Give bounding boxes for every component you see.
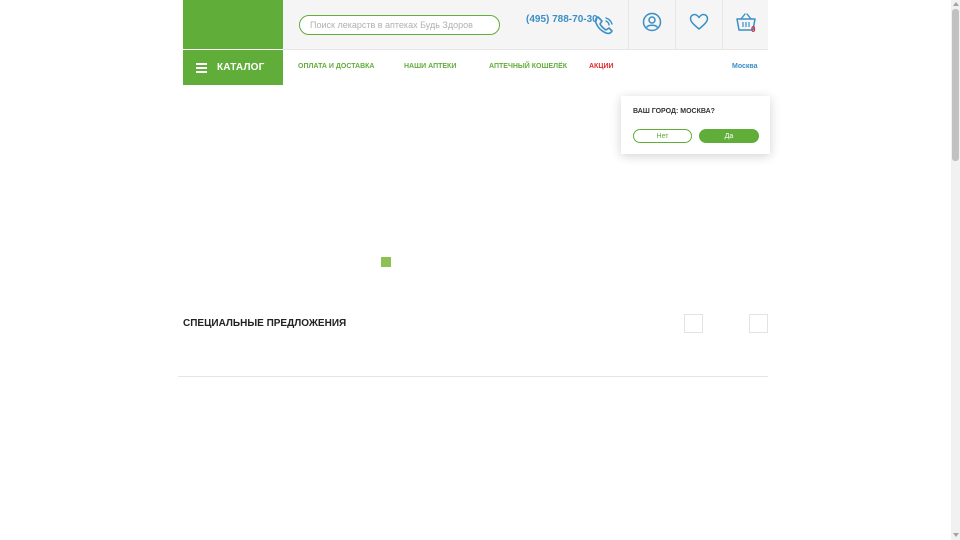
- favorites-button[interactable]: [675, 0, 722, 49]
- section-title: СПЕЦИАЛЬНЫЕ ПРЕДЛОЖЕНИЯ: [183, 318, 347, 329]
- city-selector[interactable]: Москва: [732, 63, 758, 70]
- next-arrow-button[interactable]: [749, 314, 768, 333]
- city-question: ВАШ ГОРОД: МОСКВА?: [633, 108, 715, 115]
- catalog-label: КАТАЛОГ: [217, 62, 265, 73]
- catalog-button[interactable]: КАТАЛОГ: [183, 50, 283, 85]
- logo[interactable]: [183, 0, 283, 49]
- nav-link-our-pharmacies[interactable]: НАШИ АПТЕКИ: [404, 63, 456, 70]
- account-icon: [642, 12, 662, 37]
- scroll-up-icon[interactable]: [953, 2, 959, 6]
- cart-count-badge: 0: [751, 25, 756, 34]
- nav-link-pharmacy-wallet[interactable]: АПТЕЧНЫЙ КОШЕЛЁК: [489, 63, 567, 70]
- section-divider: [178, 376, 768, 377]
- scroll-down-icon[interactable]: [953, 533, 959, 537]
- no-button[interactable]: Нет: [633, 129, 692, 143]
- menu-icon: [196, 62, 207, 73]
- scrollbar-thumb[interactable]: [952, 9, 959, 161]
- header-divider: [283, 49, 768, 50]
- phone-icon[interactable]: [593, 14, 615, 36]
- account-button[interactable]: [628, 0, 675, 49]
- prev-arrow-button[interactable]: [684, 314, 703, 333]
- nav-link-payment-delivery[interactable]: ОПЛАТА И ДОСТАВКА: [298, 63, 375, 70]
- city-confirm-popup: ВАШ ГОРОД: МОСКВА? Нет Да: [621, 96, 770, 154]
- nav-link-promotions[interactable]: АКЦИИ: [589, 63, 614, 70]
- search-input[interactable]: [299, 15, 500, 35]
- cart-button[interactable]: [722, 0, 769, 49]
- yes-button[interactable]: Да: [699, 129, 759, 143]
- slider-dot-active[interactable]: [381, 257, 391, 267]
- heart-icon: [689, 13, 709, 36]
- phone-number[interactable]: (495) 788-70-30: [526, 14, 598, 25]
